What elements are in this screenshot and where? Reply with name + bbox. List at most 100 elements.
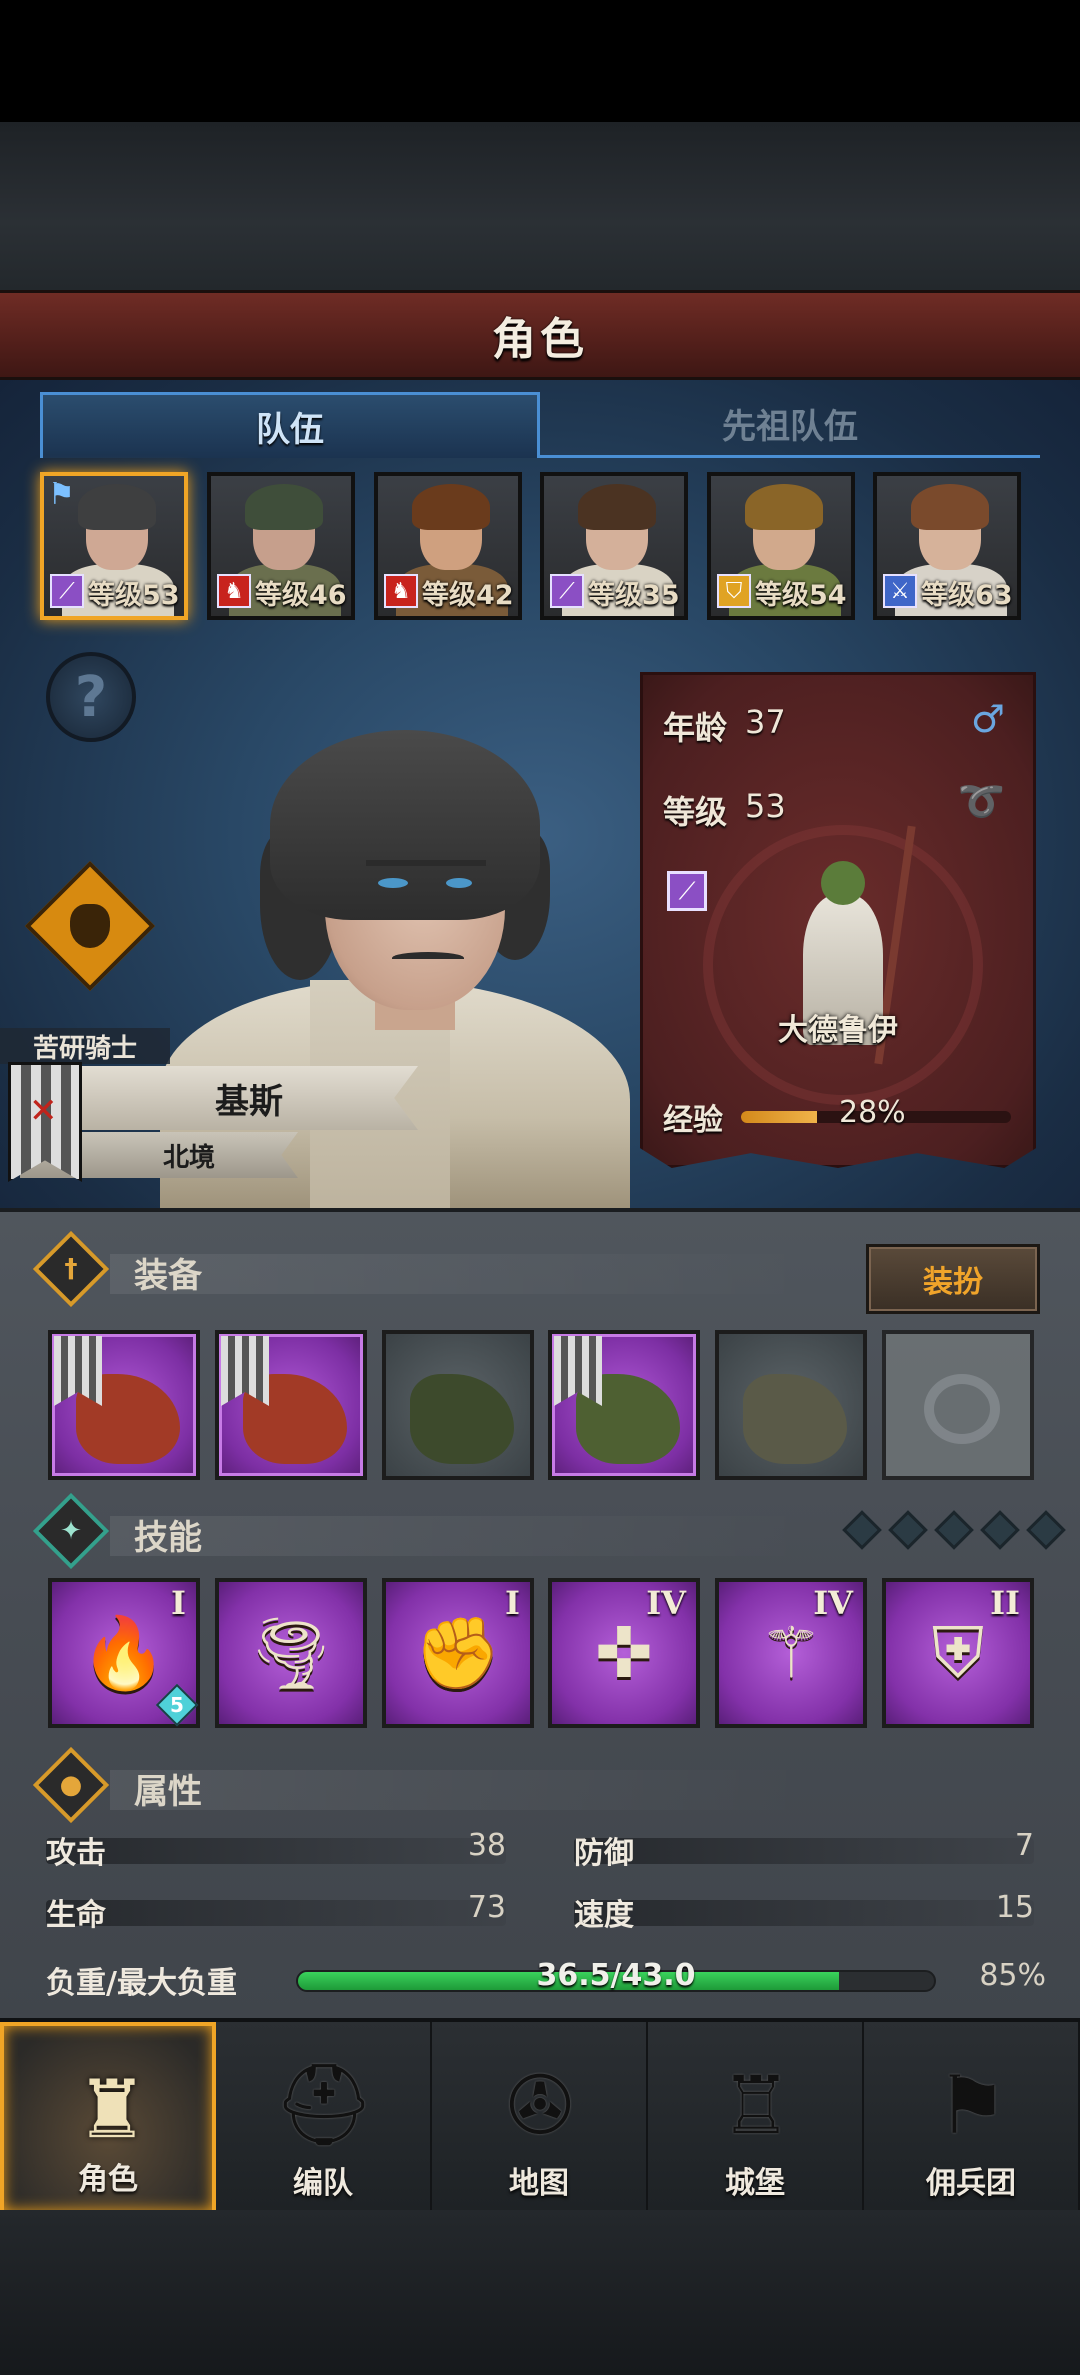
equipment-slot[interactable]	[715, 1330, 867, 1480]
hero-level: 等级54	[755, 580, 847, 611]
defense-row: 防御 7	[574, 1828, 1034, 1872]
boots-icon	[743, 1374, 847, 1464]
equipment-slot[interactable]	[215, 1330, 367, 1480]
dagger-icon: †	[32, 1230, 110, 1308]
skill-rank: IV	[813, 1584, 853, 1622]
nav-item[interactable]: ⚑ 佣兵团	[864, 2022, 1080, 2214]
attributes-label: 属性	[134, 1772, 202, 1812]
compass-icon: ✇	[506, 2058, 574, 2152]
staff-icon: ⟋	[550, 574, 584, 608]
roster-hero[interactable]: ♞ 等级46	[207, 472, 355, 620]
roster-list: ⚑ ⟋ 等级53 ♞ 等级46 ♞ 等级42 ⟋ 等级35 ⛉ 等级54 ⚔ 等级63	[40, 472, 1040, 620]
nav-item[interactable]: ⛑ 编队	[216, 2022, 432, 2214]
skill-point-icon	[1026, 1510, 1066, 1550]
skill-slot[interactable]: ⛨ II	[882, 1578, 1034, 1728]
roster-hero[interactable]: ⛉ 等级54	[707, 472, 855, 620]
roster-hero[interactable]: ⟋ 等级35	[540, 472, 688, 620]
potion-button[interactable]	[24, 860, 156, 992]
level-value: 53	[745, 787, 786, 825]
load-percent: 85%	[979, 1958, 1046, 1993]
load-row: 负重/最大负重 36.5/43.0 85%	[46, 1958, 1046, 2008]
question-icon: ?	[74, 664, 108, 730]
skill-point-icon	[888, 1510, 928, 1550]
sword-icon: ⚔	[883, 574, 917, 608]
staff-icon[interactable]: ⟋	[667, 871, 707, 911]
nav-label: 城堡	[725, 2166, 785, 2201]
skill-rank: II	[990, 1584, 1020, 1622]
star-icon: ✦	[32, 1492, 110, 1570]
skill-slot[interactable]: 🌪	[215, 1578, 367, 1728]
skills-label: 技能	[134, 1518, 202, 1558]
dress-up-button[interactable]: 装扮	[866, 1244, 1040, 1314]
hp-label: 生命	[46, 1898, 106, 1933]
load-value: 36.5/43.0	[536, 1958, 696, 1993]
knight-icon: ♜	[76, 2062, 148, 2156]
details-panel: † 装备 装扮 ✦ 技能 🔥 I 5 🌪 ✊ I ✜ IV ⚚ IV ⛨ II ● 属性 攻击 38 …	[0, 1208, 1080, 2018]
age-value: 37	[745, 703, 786, 741]
bottom-frame	[0, 2210, 1080, 2375]
equipment-slot[interactable]	[882, 1330, 1034, 1480]
attack-value: 38	[467, 1828, 506, 1863]
skill-slot[interactable]: ⚚ IV	[715, 1578, 867, 1728]
character-name: 基斯	[215, 1081, 283, 1122]
flag-icon: ⚑	[48, 477, 75, 512]
skill-point-icon	[980, 1510, 1020, 1550]
skills-header: ✦ 技能	[30, 1492, 1066, 1570]
equipment-slot[interactable]	[382, 1330, 534, 1480]
hero-level: 等级35	[588, 580, 680, 611]
person-icon: ●	[32, 1746, 110, 1824]
nav-label: 佣兵团	[926, 2166, 1016, 2201]
skill-slots: 🔥 I 5 🌪 ✊ I ✜ IV ⚚ IV ⛨ II	[48, 1578, 1038, 1728]
potion-icon	[70, 904, 110, 948]
speed-row: 速度 15	[574, 1890, 1034, 1934]
status-bar-area	[0, 0, 1080, 122]
castle-icon: ♖	[720, 2058, 792, 2152]
class-name: 大德鲁伊	[778, 1013, 898, 1048]
skill-rank: IV	[646, 1584, 686, 1622]
hood-icon	[410, 1374, 514, 1464]
attack-row: 攻击 38	[46, 1828, 506, 1872]
shield-icon: ⛉	[717, 574, 751, 608]
tab-ancestor-team[interactable]: 先祖队伍	[540, 392, 1040, 458]
speed-label: 速度	[574, 1898, 634, 1933]
skill-points	[838, 1508, 1068, 1552]
ring-icon[interactable]: ➰	[958, 779, 1005, 824]
skill-point-icon	[842, 1510, 882, 1550]
tornado-icon: 🌪	[246, 1611, 336, 1694]
exp-label: 经验	[663, 1103, 723, 1138]
bottom-nav: ♜ 角色 ⛑ 编队 ✇ 地图 ♖ 城堡 ⚑ 佣兵团	[0, 2018, 1080, 2214]
character-origin: 北境	[162, 1142, 215, 1173]
male-icon: ♂	[970, 697, 1005, 741]
banner-icon: ⚑	[936, 2058, 1008, 2152]
nav-item[interactable]: ♖ 城堡	[648, 2022, 864, 2214]
hero-level: 等级63	[921, 580, 1013, 611]
page-title: 角色	[492, 314, 588, 365]
roster-hero[interactable]: ♞ 等级42	[374, 472, 522, 620]
equipment-slot[interactable]	[48, 1330, 200, 1480]
age-label: 年龄	[663, 709, 728, 747]
equipment-label: 装备	[134, 1256, 202, 1296]
character-title: 苦研骑士	[0, 1028, 170, 1064]
nav-label: 地图	[509, 2166, 569, 2201]
horse-icon: ♞	[384, 574, 418, 608]
nav-item[interactable]: ♜ 角色	[0, 2022, 216, 2214]
tab-team[interactable]: 队伍	[40, 392, 540, 458]
skill-slot[interactable]: ✊ I	[382, 1578, 534, 1728]
team-tabs: 队伍 先祖队伍	[40, 392, 1040, 458]
load-label: 负重/最大负重	[46, 1966, 237, 2001]
defense-label: 防御	[574, 1836, 634, 1871]
roster-hero[interactable]: ⚑ ⟋ 等级53	[40, 472, 188, 620]
help-button[interactable]: ?	[46, 652, 136, 742]
nav-item[interactable]: ✇ 地图	[432, 2022, 648, 2214]
helmet-icon: ⛑	[273, 2058, 375, 2151]
hero-level: 等级46	[255, 580, 347, 611]
hero-level: 等级42	[422, 580, 514, 611]
hp-row: 生命 73	[46, 1890, 506, 1934]
equipment-slots	[48, 1330, 1038, 1480]
attributes-header: ● 属性	[30, 1746, 1050, 1824]
skill-rank: I	[171, 1584, 186, 1622]
skill-slot[interactable]: ✜ IV	[548, 1578, 700, 1728]
skill-slot[interactable]: 🔥 I 5	[48, 1578, 200, 1728]
roster-hero[interactable]: ⚔ 等级63	[873, 472, 1021, 620]
equipment-slot[interactable]	[548, 1330, 700, 1480]
